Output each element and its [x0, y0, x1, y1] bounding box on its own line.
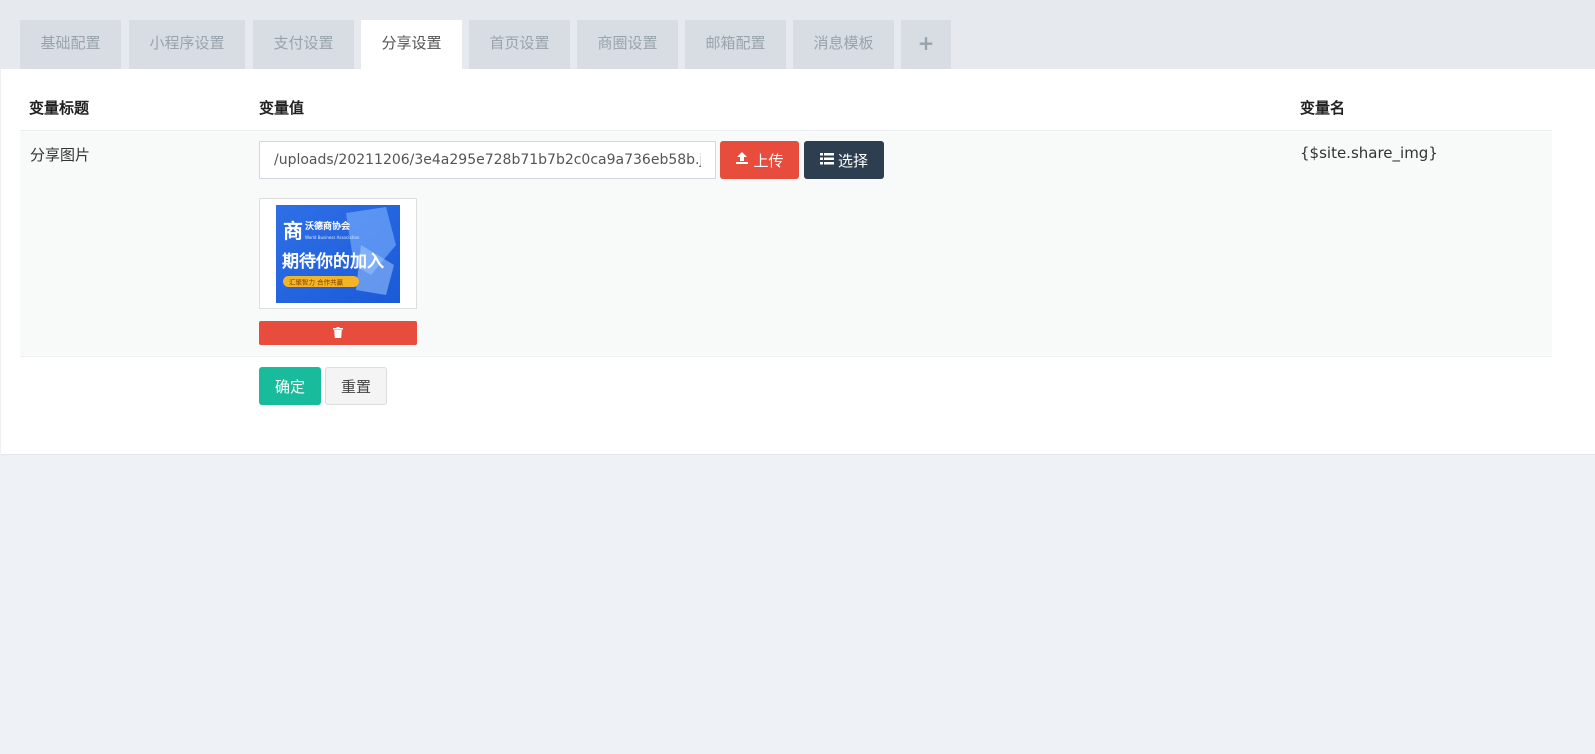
row-title: 分享图片 [30, 146, 91, 164]
thumbnail-logo-char: 商 [283, 219, 303, 243]
table-row: 分享图片 上传 选择 [20, 131, 1552, 357]
tab-email-config[interactable]: 邮箱配置 [685, 20, 786, 69]
upload-icon [735, 151, 749, 169]
tab-message-template[interactable]: 消息模板 [793, 20, 894, 69]
thumbnail-org-name-en: World Business Association [305, 235, 360, 240]
delete-image-button[interactable] [259, 321, 417, 345]
trash-icon [333, 324, 343, 342]
tab-home-settings[interactable]: 首页设置 [469, 20, 570, 69]
select-button[interactable]: 选择 [804, 141, 884, 179]
image-preview[interactable]: 商 沃德商协会 World Business Association 期待你的加… [259, 198, 417, 309]
column-header-title: 变量标题 [29, 99, 90, 117]
confirm-button[interactable]: 确定 [259, 367, 321, 405]
settings-panel: 变量标题 变量值 变量名 分享图片 上传 选择 [1, 69, 1595, 455]
share-image-thumbnail: 商 沃德商协会 World Business Association 期待你的加… [276, 205, 400, 303]
tab-share-settings[interactable]: 分享设置 [361, 20, 462, 69]
upload-label: 上传 [753, 151, 784, 170]
add-tab-button[interactable]: + [901, 20, 951, 69]
tab-basic-config[interactable]: 基础配置 [20, 20, 121, 69]
list-icon [819, 151, 834, 169]
upload-button[interactable]: 上传 [720, 141, 799, 179]
thumbnail-slogan: 期待你的加入 [282, 251, 384, 272]
tab-bar: 基础配置 小程序设置 支付设置 分享设置 首页设置 商圈设置 邮箱配置 消息模板… [0, 0, 1595, 69]
thumbnail-org-name: 沃德商协会 [305, 220, 351, 232]
tab-miniprogram-settings[interactable]: 小程序设置 [129, 20, 245, 69]
tab-business-district-settings[interactable]: 商圈设置 [577, 20, 678, 69]
column-header-value: 变量值 [259, 99, 305, 117]
tab-payment-settings[interactable]: 支付设置 [253, 20, 354, 69]
select-label: 选择 [837, 151, 868, 170]
page-background [0, 455, 1595, 754]
column-header-varname: 变量名 [1300, 99, 1346, 117]
image-path-input[interactable] [259, 141, 716, 179]
reset-button[interactable]: 重置 [325, 367, 387, 405]
thumbnail-tagline: 汇聚智力 合作共赢 [289, 278, 344, 287]
variable-name: {$site.share_img} [1300, 144, 1438, 162]
